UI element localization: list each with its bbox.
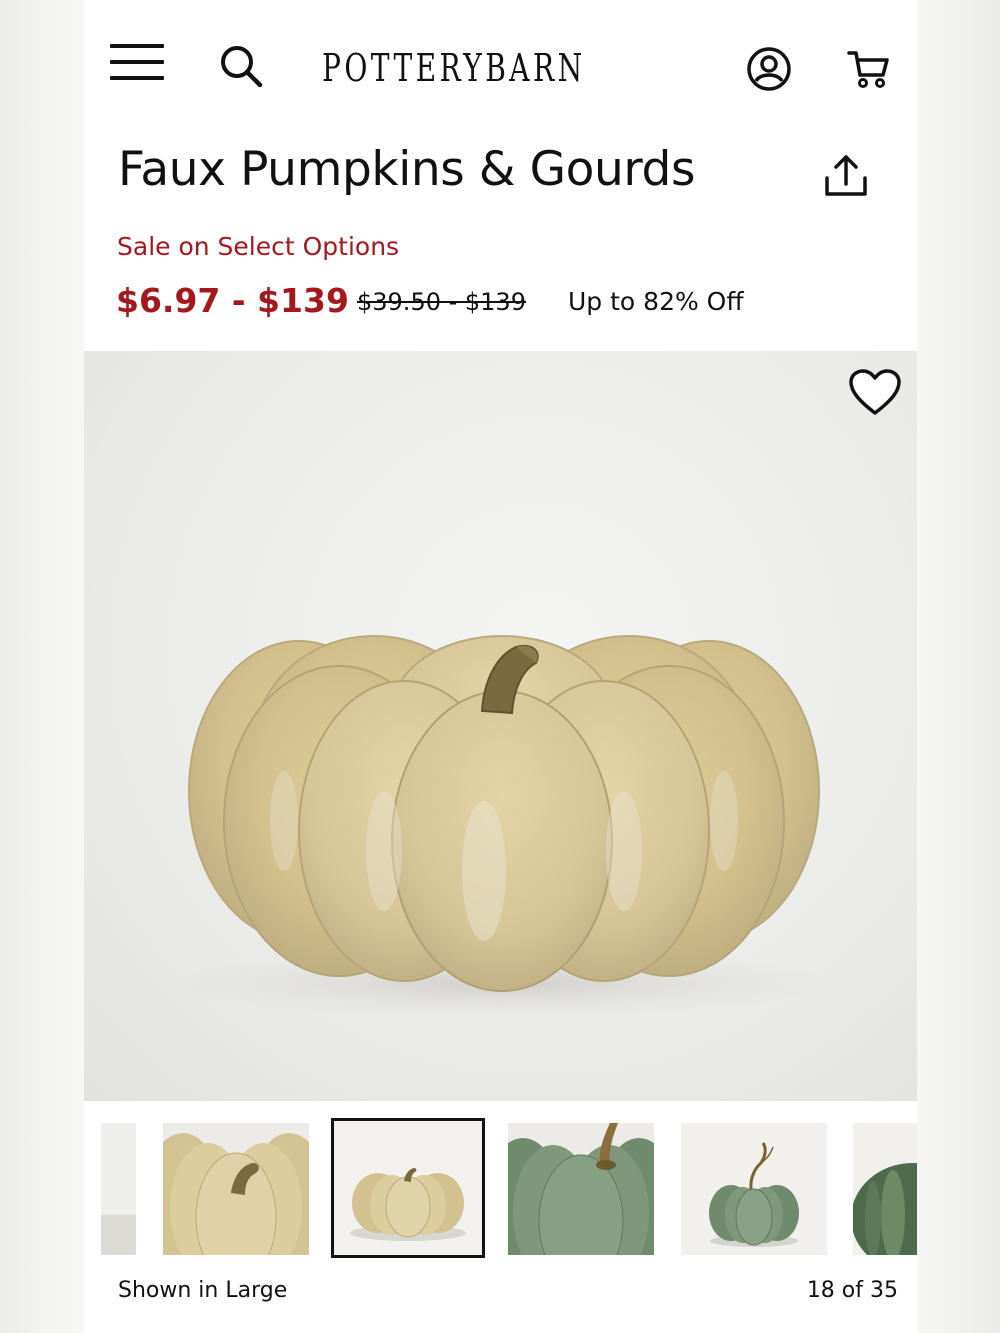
discount-text: Up to 82% Off <box>568 287 744 316</box>
sale-price: $6.97 - $139 <box>116 281 349 320</box>
top-navigation-bar: POTTERYBARN <box>84 0 917 130</box>
image-counter: 18 of 35 <box>806 1278 898 1303</box>
thumbnail-cream-pumpkin-full-selected[interactable] <box>331 1118 485 1258</box>
original-price: $39.50 - $139 <box>357 288 526 316</box>
user-account-icon[interactable] <box>746 46 792 92</box>
price-row: $6.97 - $139 $39.50 - $139 Up to 82% Off <box>116 279 744 323</box>
product-page: POTTERYBARN Faux Pumpkins & Gourds Sale … <box>84 0 917 1333</box>
search-icon[interactable] <box>218 43 264 89</box>
thumbnail-green-pumpkin-partial[interactable] <box>853 1123 917 1255</box>
product-hero-image[interactable] <box>84 351 917 1101</box>
sale-label: Sale on Select Options <box>117 232 400 261</box>
thumbnail-partial[interactable] <box>101 1123 136 1255</box>
thumbnail-green-pumpkin-closeup[interactable] <box>508 1123 654 1255</box>
hamburger-menu-icon[interactable] <box>110 44 164 82</box>
shopping-cart-icon[interactable] <box>846 46 892 92</box>
share-upload-icon[interactable] <box>821 152 871 200</box>
product-title: Faux Pumpkins & Gourds <box>118 142 696 197</box>
thumbnail-green-pumpkin-full[interactable] <box>681 1123 827 1255</box>
heart-icon[interactable] <box>848 369 902 417</box>
thumbnail-cream-pumpkin-closeup[interactable] <box>163 1123 309 1255</box>
thumbnail-strip[interactable] <box>84 1101 917 1266</box>
image-caption: Shown in Large <box>118 1278 288 1303</box>
pottery-barn-logo[interactable]: POTTERYBARN <box>322 46 596 90</box>
